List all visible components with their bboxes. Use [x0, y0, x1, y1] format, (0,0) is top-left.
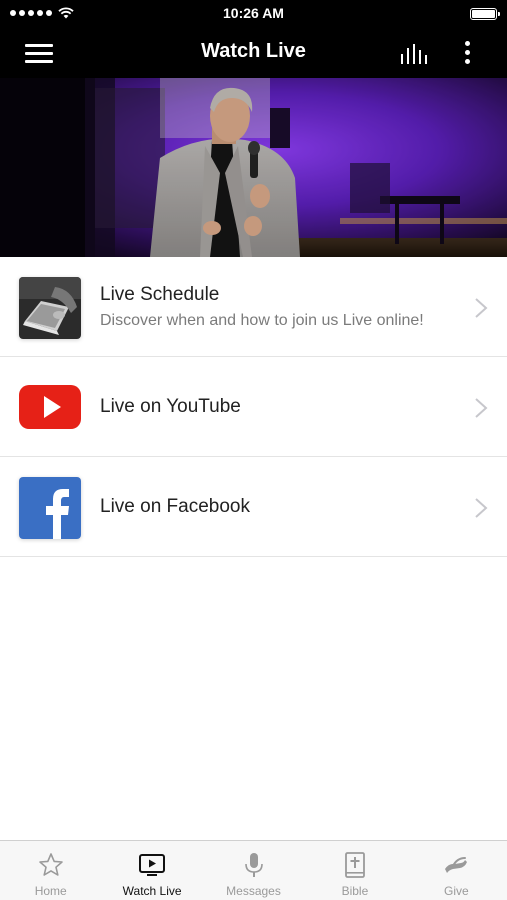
list-item-title: Live on YouTube	[100, 396, 241, 417]
list-item-facebook[interactable]: Live on Facebook	[0, 457, 507, 557]
list-item-title: Live Schedule	[100, 284, 220, 305]
tab-messages[interactable]: Messages	[203, 841, 304, 900]
status-bar: 10:26 AM	[0, 0, 507, 28]
tab-label: Bible	[341, 884, 369, 898]
list-item-live-schedule[interactable]: Live Schedule Discover when and how to j…	[0, 257, 507, 357]
hero-image	[0, 78, 507, 257]
audio-bars-icon[interactable]	[400, 42, 430, 64]
chevron-right-icon	[475, 498, 488, 518]
facebook-logo-icon	[19, 477, 81, 539]
tab-label: Watch Live	[122, 884, 182, 898]
giving-hand-icon	[445, 857, 468, 873]
tab-label: Home	[34, 884, 67, 898]
tab-watch-live[interactable]: Watch Live	[101, 841, 202, 900]
list-item-youtube[interactable]: Live on YouTube	[0, 357, 507, 457]
tab-bar: Home Watch Live Messages Bible Give	[0, 840, 507, 900]
menu-hamburger-icon[interactable]	[25, 42, 53, 64]
youtube-logo-icon	[19, 377, 81, 439]
tab-home[interactable]: Home	[0, 841, 101, 900]
star-icon	[38, 853, 63, 876]
laptop-photo-icon	[19, 277, 81, 339]
watch-live-list: Live Schedule Discover when and how to j…	[0, 257, 507, 557]
list-item-title: Live on Facebook	[100, 496, 250, 517]
microphone-icon	[244, 853, 263, 877]
page-title: Watch Live	[201, 40, 306, 62]
chevron-right-icon	[475, 398, 488, 418]
tab-label: Messages	[226, 884, 281, 898]
nav-bar: Watch Live	[0, 28, 507, 78]
tv-play-icon	[139, 854, 166, 876]
more-options-icon[interactable]	[458, 39, 478, 67]
list-item-subtitle: Discover when and how to join us Live on…	[100, 312, 424, 329]
battery-icon	[470, 8, 500, 20]
bible-icon	[345, 852, 365, 878]
tab-bible[interactable]: Bible	[304, 841, 405, 900]
chevron-right-icon	[475, 298, 488, 318]
tab-give[interactable]: Give	[406, 841, 507, 900]
status-time: 10:26 AM	[223, 5, 284, 21]
tab-label: Give	[443, 884, 469, 898]
